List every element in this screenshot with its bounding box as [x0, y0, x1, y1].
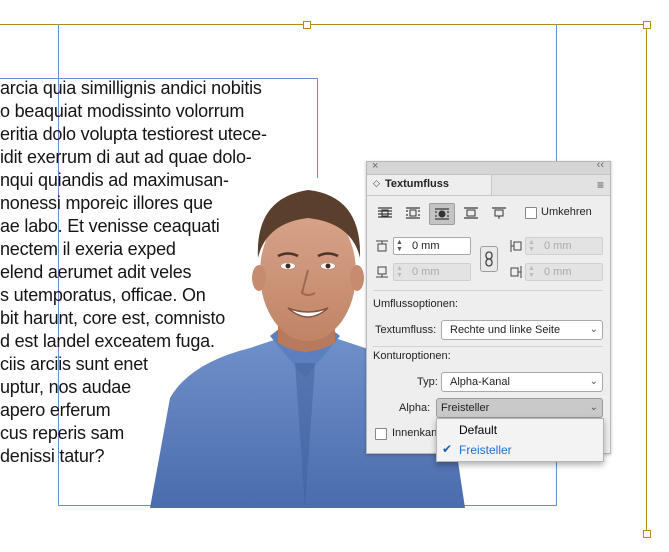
panel-title: Textumfluss — [385, 178, 449, 190]
text-line: nectem il exeria exped — [0, 239, 176, 259]
stepper-icon[interactable]: ▲ ▼ — [396, 239, 403, 253]
contour-type-value: Alpha-Kanal — [450, 376, 510, 388]
left-offset-value: 0 mm — [544, 240, 572, 252]
collapse-icon[interactable]: ‹‹ — [597, 159, 604, 171]
expand-arrows-icon[interactable]: ◇ — [373, 178, 380, 189]
jump-next-column-button[interactable] — [487, 203, 511, 223]
wrap-to-dropdown[interactable]: Rechte und linke Seite ⌄ — [441, 320, 603, 340]
invert-checkbox[interactable] — [525, 207, 537, 219]
bottom-offset-value: 0 mm — [412, 266, 440, 278]
chevron-down-icon: ⌄ — [589, 324, 598, 335]
text-line: idit exerrum di aut ad quae dolo- — [0, 147, 252, 167]
tab-textumfluss[interactable]: ◇ Textumfluss — [367, 175, 492, 195]
right-offset-value: 0 mm — [544, 266, 572, 278]
inner-edges-label: Innenkan — [392, 427, 438, 439]
text-line: nqui quiandis ad maximusan- — [0, 170, 229, 190]
right-offset-icon — [510, 266, 522, 278]
jump-next-column-icon — [492, 207, 506, 219]
link-offsets-button[interactable] — [480, 246, 498, 272]
text-line: arcia quia simillignis andici nobitis — [0, 78, 262, 98]
text-line: eritia dolo volupta testiorest utece- — [0, 124, 267, 144]
top-offset-field[interactable]: ▲ ▼ 0 mm — [393, 237, 471, 255]
no-wrap-button[interactable] — [373, 203, 397, 223]
menu-item-freisteller[interactable]: ✔ Freisteller — [437, 440, 603, 460]
jump-object-icon — [464, 207, 478, 219]
image-frame-top-edge — [0, 24, 647, 25]
wrap-to-label: Textumfluss: — [375, 324, 437, 336]
text-line: apero erferum — [0, 400, 111, 420]
text-line: bit harunt, core est, comnisto — [0, 308, 226, 328]
text-line: uptur, nos audae — [0, 377, 131, 397]
stepper-icon[interactable]: ▲ ▼ — [528, 239, 535, 253]
divider — [373, 290, 603, 291]
alpha-options-menu: Default ✔ Freisteller — [436, 418, 604, 462]
bottom-offset-field[interactable]: ▲ ▼ 0 mm — [393, 263, 471, 281]
text-line: o beaquiat modissinto volorrum — [0, 101, 245, 121]
wrap-object-shape-icon — [435, 208, 449, 220]
stepper-icon[interactable]: ▲ ▼ — [528, 265, 535, 279]
jump-object-button[interactable] — [459, 203, 483, 223]
text-line: s utemporatus, officae. On — [0, 285, 206, 305]
text-line: cus reperis sam — [0, 423, 125, 443]
chevron-down-icon: ⌄ — [589, 376, 598, 387]
text-frame-right — [317, 78, 318, 178]
alpha-value: Freisteller — [441, 402, 490, 414]
text-wrap-panel: × ‹‹ ◇ Textumfluss ≡ Umkehren ▲ ▼ 0 mm ▲ ▼… — [366, 159, 611, 454]
wrap-object-shape-button[interactable] — [429, 203, 455, 225]
check-icon: ✔ — [442, 442, 453, 456]
bottom-offset-icon — [376, 266, 388, 278]
contour-type-dropdown[interactable]: Alpha-Kanal ⌄ — [441, 372, 603, 392]
alpha-label: Alpha: — [399, 402, 431, 414]
panel-tab-bar: ◇ Textumfluss ≡ — [367, 175, 610, 196]
text-line: ae labo. Et venisse ceaquati — [0, 216, 220, 236]
chevron-down-icon: ⌄ — [589, 402, 598, 413]
right-offset-field[interactable]: ▲ ▼ 0 mm — [525, 263, 603, 281]
text-line: nonessi mporeic illores que — [0, 193, 213, 213]
wrap-options-heading: Umflussoptionen: — [373, 298, 458, 310]
panel-menu-icon[interactable]: ≡ — [597, 178, 604, 192]
wrap-bounding-box-button[interactable] — [401, 203, 425, 223]
contour-options-heading: Konturoptionen: — [373, 350, 451, 362]
image-frame-right-edge — [646, 24, 647, 534]
text-line: ciis arciis sunt enet — [0, 354, 148, 374]
divider — [373, 346, 603, 347]
stepper-icon[interactable]: ▲ ▼ — [396, 265, 403, 279]
left-offset-icon — [510, 240, 522, 252]
menu-item-default[interactable]: Default — [437, 420, 603, 440]
text-line: d est landel exceatem fuga. — [0, 331, 215, 351]
text-line: elend aerumet adit veles — [0, 262, 192, 282]
top-offset-value: 0 mm — [412, 240, 440, 252]
left-offset-field[interactable]: ▲ ▼ 0 mm — [525, 237, 603, 255]
alpha-dropdown[interactable]: Freisteller ⌄ — [436, 398, 603, 418]
menu-item-label: Default — [459, 423, 498, 437]
wrap-bounding-box-icon — [406, 207, 420, 219]
panel-title-bar[interactable]: × ‹‹ — [367, 159, 610, 175]
wrap-to-value: Rechte und linke Seite — [450, 324, 561, 336]
top-offset-icon — [376, 240, 388, 252]
chain-link-icon — [485, 251, 493, 267]
close-icon[interactable]: × — [372, 160, 378, 172]
type-label: Typ: — [417, 376, 438, 388]
menu-item-label: Freisteller — [459, 443, 512, 457]
no-wrap-icon — [378, 207, 392, 218]
text-line: denissi tatur? — [0, 446, 105, 466]
invert-label: Umkehren — [541, 206, 592, 218]
frame-handle-top-center[interactable] — [303, 21, 311, 29]
inner-edges-checkbox[interactable] — [375, 428, 387, 440]
frame-handle-top-right[interactable] — [643, 21, 651, 29]
frame-handle-right-bottom[interactable] — [643, 530, 651, 538]
